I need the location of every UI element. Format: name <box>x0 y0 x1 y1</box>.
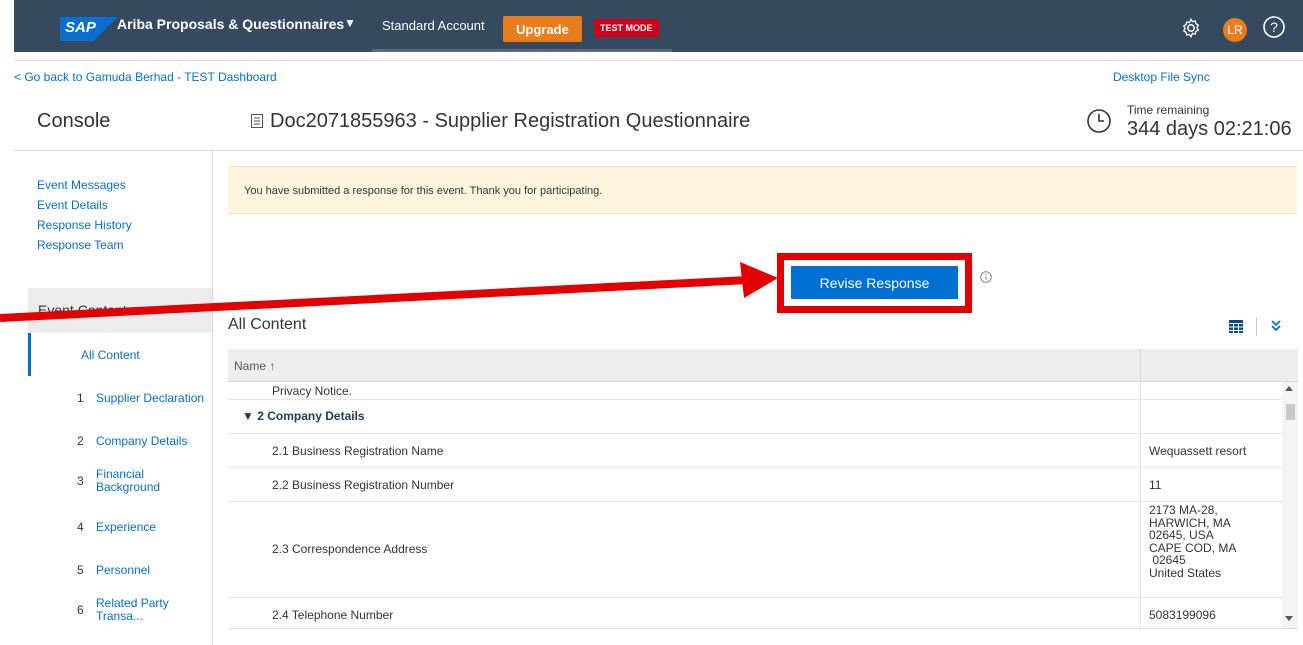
svg-text:?: ? <box>1270 19 1278 35</box>
sap-logo: SAP <box>60 17 118 41</box>
row-name: 2.4 Telephone Number <box>272 608 394 622</box>
row-name[interactable]: ▼ 2 Company Details <box>242 409 365 423</box>
divider <box>228 628 1298 629</box>
annotation-arrow <box>0 262 778 322</box>
contents-item-label: Supplier Declaration <box>96 391 205 405</box>
row-value: 11 <box>1149 478 1162 492</box>
row-name: 2.2 Business Registration Number <box>272 478 455 492</box>
table-row: 2.2 Business Registration Number 11 <box>228 468 1282 502</box>
divider <box>14 150 1303 151</box>
nav-event-details[interactable]: Event Details <box>37 195 132 215</box>
time-remaining-label: Time remaining <box>1127 103 1210 117</box>
column-separator <box>1140 400 1141 433</box>
contents-item-company-details[interactable]: 2 Company Details <box>28 419 212 462</box>
divider <box>14 60 1303 61</box>
console-title: Console <box>37 110 111 132</box>
app-name-menu[interactable]: Ariba Proposals & Questionnaires <box>117 16 344 32</box>
contents-item-label: Related Party Transa... <box>96 596 169 623</box>
column-separator <box>1140 382 1141 399</box>
scroll-thumb[interactable] <box>1286 404 1295 420</box>
table-row-section[interactable]: ▼ 2 Company Details <box>228 400 1282 434</box>
contents-item-label: All Content <box>81 348 140 362</box>
contents-item-number: 2 <box>77 434 84 448</box>
topbar-underline <box>372 49 672 52</box>
table-view-icon[interactable] <box>1229 320 1243 333</box>
table-scrollbar[interactable] <box>1282 382 1298 629</box>
submitted-banner: You have submitted a response for this e… <box>228 166 1297 214</box>
left-panel-divider <box>212 151 213 645</box>
contents-item-number: 6 <box>77 603 84 617</box>
column-header-name[interactable]: Name ↑ <box>234 359 275 373</box>
contents-item-financial-background[interactable]: 3 Financial Background <box>28 462 212 505</box>
top-bar: SAP Ariba Proposals & Questionnaires ▼ S… <box>14 0 1303 52</box>
contents-item-label: Experience <box>96 520 157 534</box>
time-remaining-value: 344 days 02:21:06 <box>1127 118 1292 140</box>
contents-item-number: 1 <box>77 391 84 405</box>
contents-item-number: 4 <box>77 520 84 534</box>
event-contents-list: All Content 1 Supplier Declaration 2 Com… <box>28 333 212 634</box>
console-nav: Event Messages Event Details Response Hi… <box>37 175 132 255</box>
back-to-dashboard-link[interactable]: < Go back to Gamuda Berhad - TEST Dashbo… <box>14 70 277 84</box>
table-row: Privacy Notice. <box>228 382 1282 400</box>
row-name: Privacy Notice. <box>272 384 353 398</box>
nav-event-messages[interactable]: Event Messages <box>37 175 132 195</box>
clock-icon <box>1087 109 1111 133</box>
revise-response-button[interactable]: Revise Response <box>791 266 958 299</box>
expand-all-icon[interactable] <box>1269 318 1283 332</box>
help-icon[interactable]: ? <box>1262 15 1286 39</box>
row-name: 2.1 Business Registration Name <box>272 444 444 458</box>
column-separator <box>1140 349 1141 381</box>
contents-item-label: Financial Background <box>96 467 161 494</box>
upgrade-button[interactable]: Upgrade <box>503 16 582 42</box>
divider <box>1256 317 1257 336</box>
nav-response-history[interactable]: Response History <box>37 215 132 235</box>
all-content-title: All Content <box>228 316 307 333</box>
gear-icon[interactable] <box>1180 17 1202 39</box>
contents-item-label: Company Details <box>96 434 188 448</box>
table-row: 2.1 Business Registration Name Wequasset… <box>228 434 1282 468</box>
row-value: Wequassett resort <box>1149 444 1247 458</box>
banner-message: You have submitted a response for this e… <box>244 185 603 197</box>
contents-item-label: Personnel <box>96 563 151 577</box>
chevron-down-icon[interactable]: ▼ <box>344 16 356 30</box>
contents-item-supplier-declaration[interactable]: 1 Supplier Declaration <box>28 376 212 419</box>
scroll-up-arrow[interactable] <box>1285 386 1293 391</box>
contents-item-personnel[interactable]: 5 Personnel <box>28 548 212 591</box>
info-icon[interactable] <box>980 271 992 283</box>
column-separator <box>1140 468 1141 501</box>
content-table: Name ↑ Privacy Notice. ▼ 2 Company Detai… <box>228 349 1298 629</box>
column-separator <box>1140 598 1141 629</box>
document-icon <box>251 114 263 128</box>
row-name: 2.3 Correspondence Address <box>272 542 428 556</box>
row-value: 5083199096 <box>1149 608 1216 622</box>
table-header: Name ↑ <box>228 349 1298 382</box>
contents-item-number: 5 <box>77 563 84 577</box>
sap-logo-text: SAP <box>65 19 96 36</box>
column-separator <box>1140 434 1141 467</box>
page-title: Doc2071855963 - Supplier Registration Qu… <box>270 110 751 132</box>
account-type[interactable]: Standard Account <box>382 18 485 33</box>
test-mode-badge: TEST MODE <box>594 19 659 37</box>
avatar[interactable]: LR <box>1223 18 1247 42</box>
desktop-file-sync-link[interactable]: Desktop File Sync <box>1113 70 1210 84</box>
scroll-down-arrow[interactable] <box>1285 616 1293 621</box>
contents-item-related-party[interactable]: 6 Related Party Transa... <box>28 591 212 634</box>
table-row: 2.3 Correspondence Address 2173 MA-28, H… <box>228 502 1282 598</box>
table-row: 2.4 Telephone Number 5083199096 <box>228 598 1282 629</box>
row-value: 2173 MA-28, HARWICH, MA 02645, USA CAPE … <box>1149 503 1237 580</box>
contents-item-number: 3 <box>77 474 84 488</box>
contents-item-experience[interactable]: 4 Experience <box>28 505 212 548</box>
column-separator <box>1140 502 1141 597</box>
